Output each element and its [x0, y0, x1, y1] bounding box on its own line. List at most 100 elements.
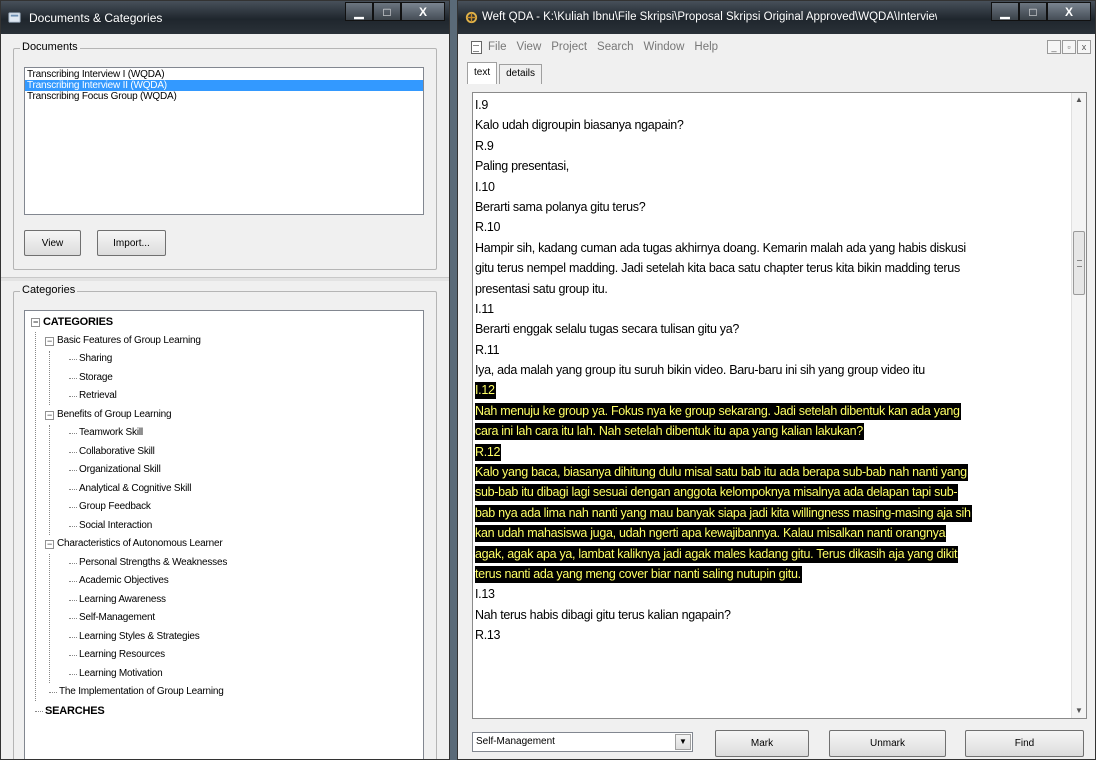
tree-leaf-node[interactable]: Learning Awareness [25, 591, 423, 610]
document-text[interactable]: I.9 Kalo udah digroupin biasanya ngapain?… [475, 95, 1072, 646]
text-line[interactable]: R.9 [475, 136, 1072, 156]
document-list-item[interactable]: Transcribing Interview I (WQDA) [25, 69, 423, 80]
tab-text[interactable]: text [467, 62, 498, 84]
tree-leaf-node[interactable]: Sharing [25, 350, 423, 369]
coded-text-line[interactable]: kan udah mahasiswa juga, udah ngerti apa… [475, 523, 1072, 543]
tab-details[interactable]: details [499, 64, 543, 84]
coding-toolbar: Self-Management ▼ Mark Unmark Find [458, 726, 1095, 759]
category-select[interactable]: Self-Management ▼ [472, 732, 693, 752]
text-line[interactable]: R.10 [475, 217, 1072, 237]
text-line[interactable]: presentasi satu group itu. [475, 279, 1072, 299]
left-window-title: Documents & Categories [29, 11, 163, 25]
tree-leaf-node[interactable]: Organizational Skill [25, 461, 423, 480]
tree-collapse-icon[interactable]: − [31, 318, 40, 327]
tree-leaf-node[interactable]: Collaborative Skill [25, 443, 423, 462]
tree-category-node[interactable]: The Implementation of Group Learning [25, 683, 423, 702]
menu-window[interactable]: Window [643, 41, 684, 53]
tree-leaf-node[interactable]: Analytical & Cognitive Skill [25, 480, 423, 499]
coded-text-line[interactable]: sub-bab itu dibagi lagi sesuai dengan an… [475, 482, 1072, 502]
tree-leaf-node[interactable]: Learning Styles & Strategies [25, 628, 423, 647]
text-line[interactable]: I.13 [475, 584, 1072, 604]
text-line[interactable]: Iya, ada malah yang group itu suruh biki… [475, 360, 1072, 380]
tree-leaf-node[interactable]: Storage [25, 369, 423, 388]
vertical-scrollbar[interactable]: ▲ ▼ [1071, 93, 1086, 718]
unmark-button[interactable]: Unmark [829, 730, 946, 757]
tree-category-node[interactable]: − Characteristics of Autonomous Learner [25, 535, 423, 554]
coded-text-line[interactable]: terus nanti ada yang meng cover biar nan… [475, 564, 1072, 584]
minimize-button[interactable]: ▁ [345, 2, 373, 21]
text-line[interactable]: gitu terus nempel madding. Jadi setelah … [475, 258, 1072, 278]
scrollbar-thumb[interactable] [1073, 231, 1085, 295]
tree-connector-line [49, 424, 50, 535]
coded-text-line[interactable]: Nah menuju ke group ya. Fokus nya ke gro… [475, 401, 1072, 421]
text-line[interactable]: R.11 [475, 340, 1072, 360]
tree-leaf-node[interactable]: Retrieval [25, 387, 423, 406]
menu-view[interactable]: View [517, 41, 542, 53]
tree-category-node[interactable]: − Basic Features of Group Learning [25, 332, 423, 351]
text-line-content: terus nanti ada yang meng cover biar nan… [475, 565, 802, 583]
chevron-down-icon[interactable]: ▼ [675, 734, 691, 750]
tree-leaf-node[interactable]: Group Feedback [25, 498, 423, 517]
document-text-area[interactable]: I.9 Kalo udah digroupin biasanya ngapain?… [472, 92, 1087, 719]
tree-leaf-node[interactable]: Self-Management [25, 609, 423, 628]
close-button[interactable]: X [401, 2, 445, 21]
tree-connector [69, 359, 77, 360]
mdi-minimize-button[interactable]: _ [1047, 40, 1061, 54]
close-button[interactable]: X [1047, 2, 1091, 21]
text-line[interactable]: I.11 [475, 299, 1072, 319]
tree-root-node[interactable]: SEARCHES [25, 702, 423, 721]
coded-text-line[interactable]: I.12 [475, 380, 1072, 400]
tree-node-label: Organizational Skill [79, 464, 161, 475]
view-button[interactable]: View [24, 230, 81, 256]
document-list-item[interactable]: Transcribing Interview II (WQDA) [25, 80, 423, 91]
document-list-item[interactable]: Transcribing Focus Group (WQDA) [25, 91, 423, 102]
scroll-up-arrow-icon[interactable]: ▲ [1072, 93, 1086, 107]
tree-node-label: Learning Resources [79, 649, 165, 660]
documents-list[interactable]: Transcribing Interview I (WQDA) Transcrib… [24, 67, 424, 215]
coded-text-line[interactable]: R.12 [475, 442, 1072, 462]
text-line[interactable]: Hampir sih, kadang cuman ada tugas akhir… [475, 238, 1072, 258]
pane-splitter[interactable] [1, 277, 449, 281]
menu-search[interactable]: Search [597, 41, 633, 53]
scroll-down-arrow-icon[interactable]: ▼ [1072, 704, 1086, 718]
menu-project[interactable]: Project [551, 41, 587, 53]
text-line[interactable]: I.10 [475, 177, 1072, 197]
tree-leaf-node[interactable]: Personal Strengths & Weaknesses [25, 554, 423, 573]
import-button[interactable]: Import... [97, 230, 166, 256]
tree-collapse-icon[interactable]: − [45, 540, 54, 549]
coded-text-line[interactable]: Kalo yang baca, biasanya dihitung dulu m… [475, 462, 1072, 482]
right-window-titlebar[interactable]: Weft QDA - K:\Kuliah Ibnu\File Skripsi\P… [458, 1, 1095, 34]
tree-leaf-node[interactable]: Learning Motivation [25, 665, 423, 684]
maximize-button[interactable]: □ [373, 2, 401, 21]
tree-leaf-node[interactable]: Learning Resources [25, 646, 423, 665]
text-line-content: I.13 [475, 587, 495, 602]
tree-category-node[interactable]: − Benefits of Group Learning [25, 406, 423, 425]
minimize-button[interactable]: ▁ [991, 2, 1019, 21]
text-line[interactable]: Berarti enggak selalu tugas secara tulis… [475, 319, 1072, 339]
text-line[interactable]: Paling presentasi, [475, 156, 1072, 176]
tree-collapse-icon[interactable]: − [45, 336, 54, 346]
find-button[interactable]: Find [965, 730, 1084, 757]
coded-text-line[interactable]: agak, agak apa ya, lambat kaliknya jadi … [475, 544, 1072, 564]
menu-help[interactable]: Help [694, 41, 718, 53]
text-line[interactable]: Berarti sama polanya gitu terus? [475, 197, 1072, 217]
tree-collapse-icon[interactable]: − [45, 410, 54, 420]
text-line[interactable]: Nah terus habis dibagi gitu terus kalian… [475, 605, 1072, 625]
text-line[interactable]: Kalo udah digroupin biasanya ngapain? [475, 115, 1072, 135]
mdi-restore-button[interactable]: ▫ [1062, 40, 1076, 54]
text-line[interactable]: R.13 [475, 625, 1072, 645]
left-window-titlebar[interactable]: Documents & Categories ▁ □ X [1, 1, 449, 34]
text-line[interactable]: I.9 [475, 95, 1072, 115]
tree-leaf-node[interactable]: Social Interaction [25, 517, 423, 536]
maximize-button[interactable]: □ [1019, 2, 1047, 21]
coded-text-line[interactable]: bab nya ada lima nah nanti yang mau bany… [475, 503, 1072, 523]
mdi-close-button[interactable]: x [1077, 40, 1091, 54]
mark-button[interactable]: Mark [715, 730, 809, 757]
document-icon[interactable] [471, 40, 482, 54]
tree-root-node[interactable]: − CATEGORIES [25, 313, 423, 332]
coded-text-line[interactable]: cara ini lah cara itu lah. Nah setelah d… [475, 421, 1072, 441]
tree-leaf-node[interactable]: Academic Objectives [25, 572, 423, 591]
menu-file[interactable]: File [488, 41, 507, 53]
tree-leaf-node[interactable]: Teamwork Skill [25, 424, 423, 443]
categories-tree[interactable]: − CATEGORIES − Basic Features of Group Lear… [24, 310, 424, 759]
